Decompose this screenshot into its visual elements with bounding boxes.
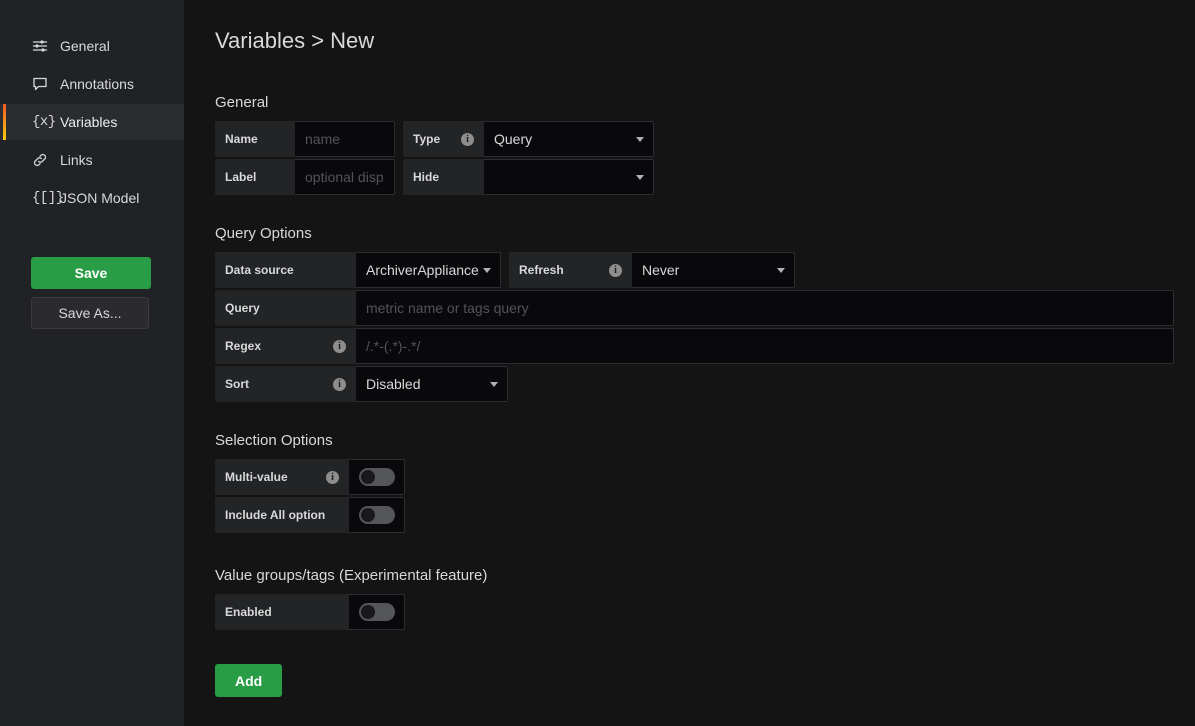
sort-row: Sort i Disabled (215, 366, 1195, 402)
refresh-label: Refresh i (509, 252, 632, 288)
sidebar-item-label: General (60, 38, 110, 54)
multi-value-toggle-cell (349, 459, 405, 495)
sidebar-item-label: Variables (60, 114, 117, 130)
include-all-toggle-cell (349, 497, 405, 533)
refresh-info-icon[interactable]: i (597, 264, 622, 277)
sidebar-item-label: Links (60, 152, 93, 168)
dashboard-settings-page: General Annotations {x} Variables (0, 0, 1195, 726)
type-info-icon[interactable]: i (449, 133, 474, 146)
query-label: Query (215, 290, 356, 326)
include-all-toggle[interactable] (359, 506, 395, 524)
name-input[interactable] (295, 121, 395, 157)
save-button[interactable]: Save (31, 257, 151, 289)
datasource-select[interactable]: ArchiverAppliance (356, 252, 501, 288)
general-section: General Name Type i Query Label (215, 94, 1195, 195)
value-groups-enabled-toggle[interactable] (359, 603, 395, 621)
braces-json-icon: {[]} (32, 191, 54, 205)
multi-value-row: Multi-value i (215, 459, 1195, 495)
name-label: Name (215, 121, 295, 157)
regex-info-icon[interactable]: i (321, 340, 346, 353)
refresh-select-value: Never (642, 262, 679, 278)
type-select[interactable]: Query (484, 121, 654, 157)
sort-info-icon[interactable]: i (321, 378, 346, 391)
save-as-button[interactable]: Save As... (31, 297, 149, 329)
type-label: Type i (403, 121, 484, 157)
add-button[interactable]: Add (215, 664, 282, 697)
settings-nav: General Annotations {x} Variables (0, 28, 184, 216)
refresh-select[interactable]: Never (632, 252, 795, 288)
selection-options-section-title: Selection Options (215, 432, 1195, 449)
regex-input[interactable] (356, 328, 1174, 364)
chevron-down-icon (636, 137, 644, 142)
query-options-section: Query Options Data source ArchiverApplia… (215, 225, 1195, 402)
regex-label: Regex i (215, 328, 356, 364)
sidebar-item-variables[interactable]: {x} Variables (0, 104, 184, 140)
datasource-refresh-row: Data source ArchiverAppliance Refresh i … (215, 252, 1195, 288)
type-select-value: Query (494, 131, 532, 147)
chevron-down-icon (777, 268, 785, 273)
chevron-down-icon (490, 382, 498, 387)
sidebar-item-annotations[interactable]: Annotations (0, 66, 184, 102)
sort-label: Sort i (215, 366, 356, 402)
include-all-row: Include All option (215, 497, 1195, 533)
braces-x-icon: {x} (32, 115, 54, 129)
hide-select[interactable] (484, 159, 654, 195)
sidebar-actions: Save Save As... (0, 257, 184, 329)
sliders-icon (32, 38, 54, 54)
variable-editor: Variables > New General Name Type i Quer… (184, 0, 1195, 726)
settings-sidebar: General Annotations {x} Variables (0, 0, 184, 726)
name-type-row: Name Type i Query (215, 121, 1195, 157)
value-groups-enabled-row: Enabled (215, 594, 1195, 630)
general-section-title: General (215, 94, 1195, 111)
datasource-label: Data source (215, 252, 356, 288)
value-groups-section-title: Value groups/tags (Experimental feature) (215, 567, 1195, 584)
selection-options-section: Selection Options Multi-value i Include … (215, 432, 1195, 533)
value-groups-toggle-cell (349, 594, 405, 630)
multi-value-label-text: Multi-value (225, 470, 288, 484)
sidebar-item-json-model[interactable]: {[]} JSON Model (0, 180, 184, 216)
value-groups-section: Value groups/tags (Experimental feature)… (215, 567, 1195, 630)
sidebar-item-links[interactable]: Links (0, 142, 184, 178)
link-chain-icon (32, 152, 54, 168)
regex-row: Regex i (215, 328, 1195, 364)
value-groups-enabled-label: Enabled (215, 594, 349, 630)
sidebar-item-general[interactable]: General (0, 28, 184, 64)
chevron-down-icon (636, 175, 644, 180)
comment-icon (32, 76, 54, 92)
sort-label-text: Sort (225, 377, 249, 391)
sort-select-value: Disabled (366, 376, 420, 392)
chevron-down-icon (483, 268, 491, 273)
label-input[interactable] (295, 159, 395, 195)
query-input[interactable] (356, 290, 1174, 326)
multi-value-info-icon[interactable]: i (314, 471, 339, 484)
include-all-label: Include All option (215, 497, 349, 533)
query-row: Query (215, 290, 1195, 326)
label-hide-row: Label Hide (215, 159, 1195, 195)
label-label: Label (215, 159, 295, 195)
sidebar-item-label: JSON Model (60, 190, 139, 206)
page-title: Variables > New (215, 28, 1195, 54)
datasource-select-value: ArchiverAppliance (366, 262, 479, 278)
hide-label: Hide (403, 159, 484, 195)
multi-value-toggle[interactable] (359, 468, 395, 486)
refresh-label-text: Refresh (519, 263, 564, 277)
regex-label-text: Regex (225, 339, 261, 353)
sort-select[interactable]: Disabled (356, 366, 508, 402)
query-options-section-title: Query Options (215, 225, 1195, 242)
sidebar-item-label: Annotations (60, 76, 134, 92)
type-label-text: Type (413, 132, 440, 146)
multi-value-label: Multi-value i (215, 459, 349, 495)
